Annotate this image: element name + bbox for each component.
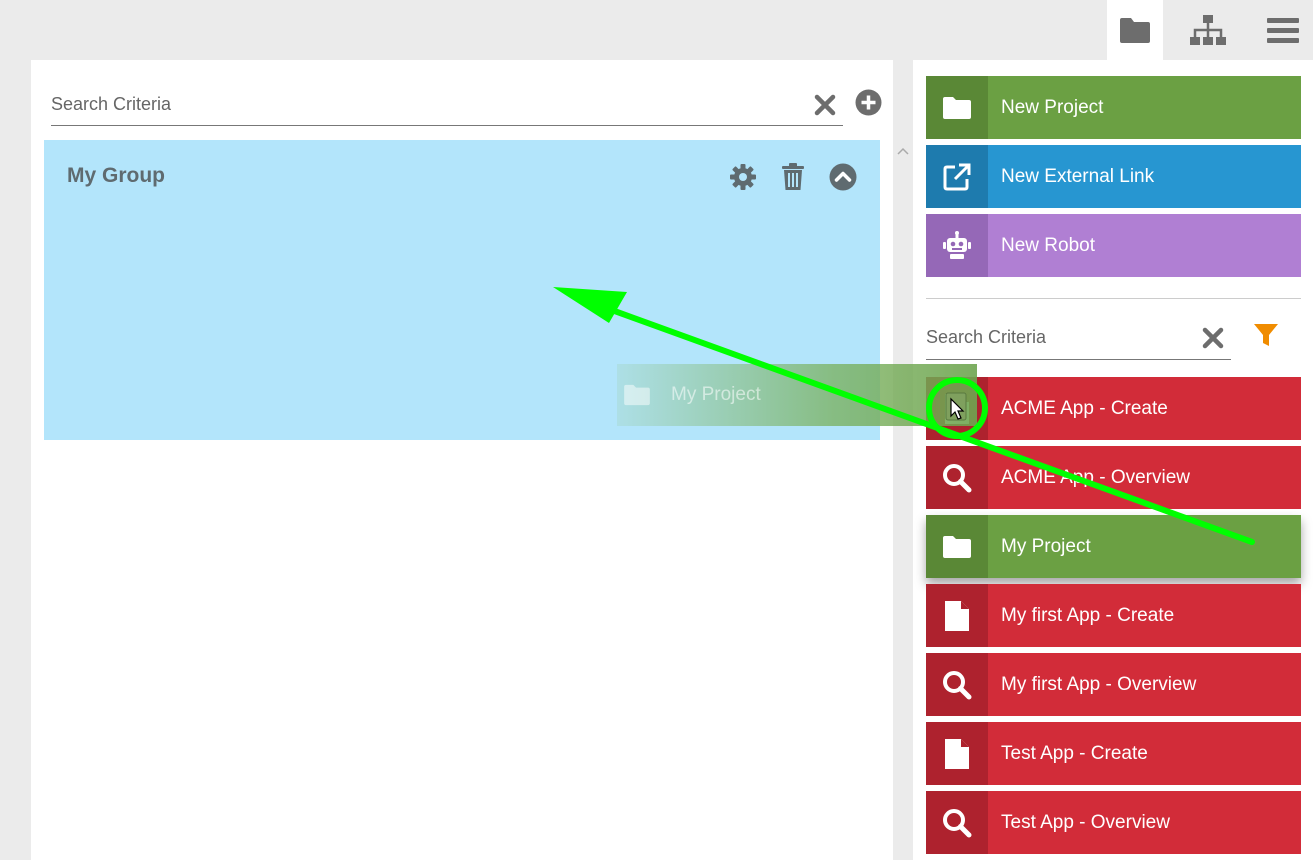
new-robot-button[interactable]: New Robot: [926, 214, 1301, 277]
folder-icon: [1120, 18, 1150, 43]
file-icon: [945, 738, 969, 769]
sitemap-icon: [1190, 15, 1226, 45]
drag-ghost: My Project: [617, 364, 977, 426]
filter-icon: [1254, 324, 1278, 346]
top-nav: [1107, 0, 1313, 60]
plus-circle-icon: [855, 89, 881, 115]
tile-label: New External Link: [1001, 165, 1155, 187]
folder-icon: [624, 384, 650, 406]
clear-search-button[interactable]: [807, 87, 843, 123]
list-item-dragging[interactable]: My Project: [926, 515, 1301, 578]
item-panel: New Project New External Link New Robot …: [913, 60, 1313, 860]
menu-icon: [1267, 18, 1299, 43]
list-item[interactable]: ACME App - Overview: [926, 446, 1301, 509]
group-search-bar: [51, 84, 843, 126]
new-project-button[interactable]: New Project: [926, 76, 1301, 139]
chevron-up-icon: [897, 147, 909, 155]
drag-ghost-label: My Project: [671, 384, 761, 405]
group-search-input[interactable]: [51, 89, 807, 120]
tile-label: My first App - Create: [1001, 604, 1175, 626]
search-icon: [943, 463, 972, 492]
tile-label: New Project: [1001, 96, 1104, 118]
scroll-up-arrow[interactable]: [896, 144, 910, 158]
divider: [926, 298, 1301, 299]
nav-menu-button[interactable]: [1253, 0, 1313, 60]
list-item[interactable]: Test App - Overview: [926, 791, 1301, 854]
clear-item-search-button[interactable]: [1195, 320, 1231, 356]
group-panel: My Group: [31, 60, 909, 860]
folder-icon: [943, 96, 971, 119]
tile-label: Test App - Overview: [1001, 811, 1170, 833]
chevron-up-circle-icon: [829, 163, 857, 191]
trash-icon: [782, 163, 804, 190]
group-actions: [728, 162, 858, 192]
list-item[interactable]: My first App - Overview: [926, 653, 1301, 716]
nav-structure-button[interactable]: [1163, 0, 1253, 60]
gear-icon: [730, 164, 756, 190]
filter-button[interactable]: [1251, 320, 1281, 350]
item-search-bar: [926, 316, 1231, 360]
list-item[interactable]: ACME App - Create: [926, 377, 1301, 440]
search-icon: [943, 670, 972, 699]
tile-label: My first App - Overview: [1001, 673, 1197, 695]
new-external-link-button[interactable]: New External Link: [926, 145, 1301, 208]
robot-icon: [943, 230, 971, 259]
tile-label: ACME App - Create: [1001, 397, 1168, 419]
tile-label: ACME App - Overview: [1001, 466, 1190, 488]
group-delete-button[interactable]: [778, 162, 808, 192]
external-link-icon: [943, 163, 971, 190]
nav-projects-button[interactable]: [1107, 0, 1163, 60]
tile-label: Test App - Create: [1001, 742, 1148, 764]
close-icon: [1202, 327, 1224, 348]
item-search-input[interactable]: [926, 322, 1195, 353]
tile-label: My Project: [1001, 535, 1091, 557]
tile-label: New Robot: [1001, 234, 1095, 256]
group-settings-button[interactable]: [728, 162, 758, 192]
search-icon: [943, 808, 972, 837]
folder-icon: [943, 535, 971, 558]
close-icon: [814, 94, 836, 115]
list-item[interactable]: Test App - Create: [926, 722, 1301, 785]
add-group-button[interactable]: [853, 87, 883, 117]
group-collapse-button[interactable]: [828, 162, 858, 192]
file-icon: [945, 600, 969, 631]
list-item[interactable]: My first App - Create: [926, 584, 1301, 647]
group-title: My Group: [67, 164, 165, 187]
